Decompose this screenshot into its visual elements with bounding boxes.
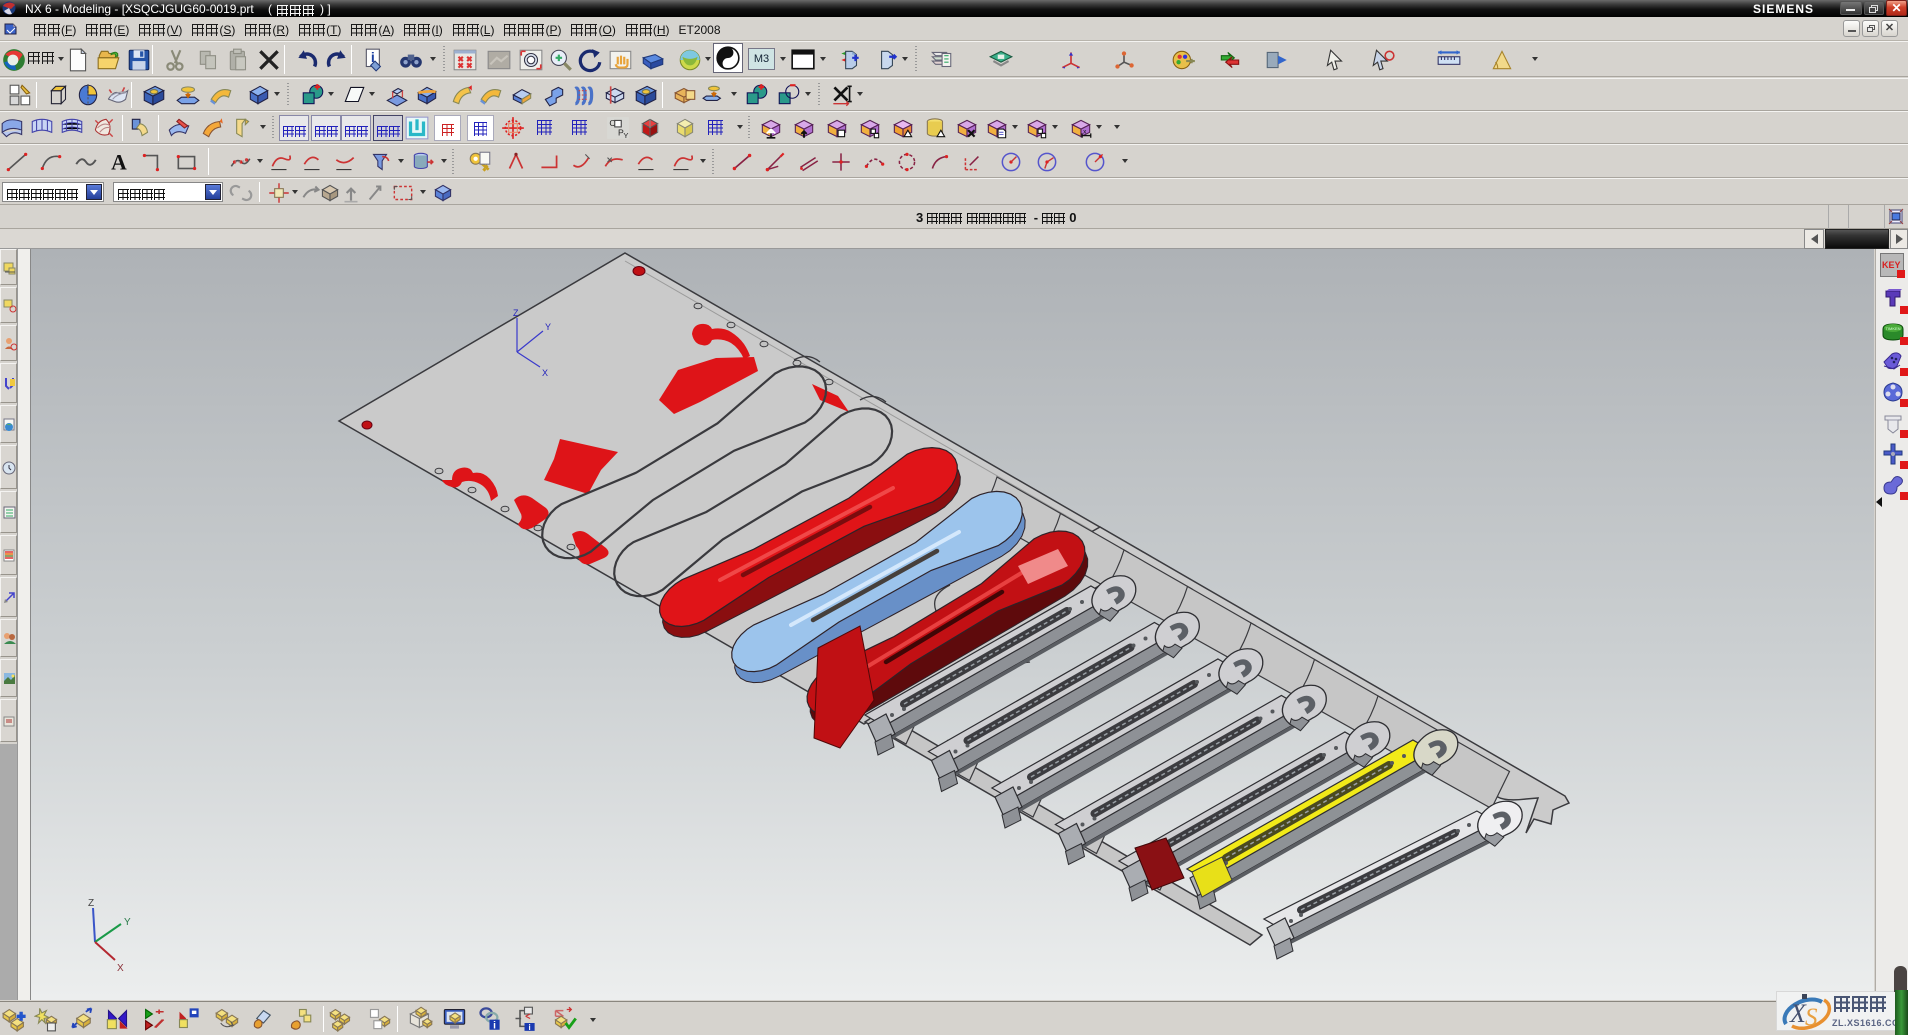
svg-text:X: X <box>117 963 124 974</box>
svg-text:S: S <box>1805 1004 1818 1031</box>
svg-text:Z: Z <box>513 308 519 318</box>
svg-text:i: i <box>493 1021 496 1032</box>
svg-text:TIMKEN: TIMKEN <box>1885 326 1900 331</box>
svg-text:Y: Y <box>545 322 551 332</box>
svg-text:A: A <box>111 151 127 175</box>
svg-text:i: i <box>528 1023 530 1032</box>
svg-text:Y: Y <box>623 131 628 140</box>
svg-text:X: X <box>542 368 548 378</box>
svg-text:Z: Z <box>88 898 94 909</box>
svg-text:Y: Y <box>124 917 131 928</box>
